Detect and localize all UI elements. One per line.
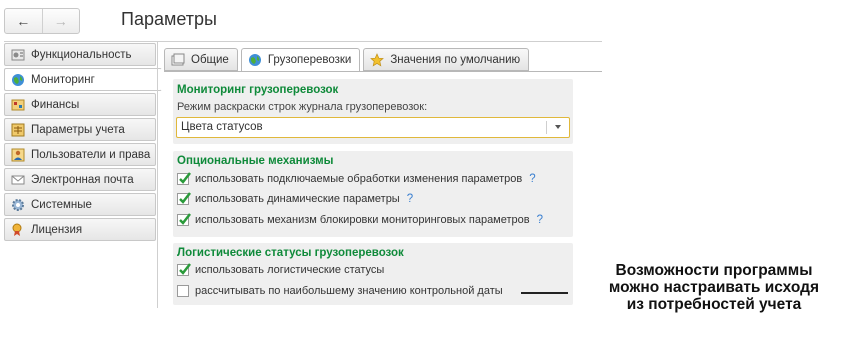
- sidebar-item-system[interactable]: Системные: [4, 193, 156, 216]
- callout-text: Возможности программы можно настраивать …: [575, 262, 853, 313]
- envelope-icon: [11, 173, 25, 187]
- checkbox-row[interactable]: использовать логистические статусы: [177, 263, 385, 276]
- help-icon[interactable]: ?: [537, 214, 543, 226]
- sidebar-item-monitoring[interactable]: Мониторинг: [4, 68, 162, 91]
- sidebar: Функциональность Мониторинг Финансы Пара…: [4, 43, 162, 243]
- sidebar-item-email[interactable]: Электронная почта: [4, 168, 156, 191]
- tab-underline: [164, 71, 602, 72]
- sidebar-item-accounting-params[interactable]: Параметры учета: [4, 118, 156, 141]
- checkbox-checked[interactable]: [177, 192, 191, 205]
- checkmark-icon: [179, 213, 191, 225]
- callout-pointer-line: [521, 292, 568, 294]
- monitoring-group: Мониторинг грузоперевозок Режим раскраск…: [173, 79, 573, 144]
- checkbox-row[interactable]: использовать механизм блокировки монитор…: [177, 213, 543, 226]
- sidebar-item-users[interactable]: Пользователи и права: [4, 143, 156, 166]
- callout-line-1: Возможности программы: [615, 262, 813, 279]
- sidebar-item-label: Финансы: [31, 98, 80, 111]
- help-icon[interactable]: ?: [529, 173, 535, 185]
- ledger-icon: [11, 123, 25, 137]
- users-icon: [11, 148, 25, 162]
- checkbox-label: использовать подключаемые обработки изме…: [195, 173, 523, 185]
- checkbox-unchecked[interactable]: [177, 285, 189, 297]
- checkbox-row[interactable]: рассчитывать по наибольшему значению кон…: [177, 285, 503, 297]
- checkbox-checked[interactable]: [177, 172, 191, 185]
- tab-label: Грузоперевозки: [267, 54, 352, 66]
- select-separator: [546, 121, 547, 134]
- general-icon: [171, 53, 185, 67]
- back-button[interactable]: ←: [5, 9, 42, 33]
- coloring-mode-select[interactable]: Цвета статусов: [176, 117, 570, 138]
- optional-group: Опциональные механизмы использовать подк…: [173, 151, 573, 237]
- forward-arrow-icon: →: [53, 13, 68, 29]
- tab-bar: Общие Грузоперевозки Значения по умолчан…: [164, 48, 532, 72]
- checkbox-checked[interactable]: [177, 213, 191, 226]
- logistic-group: Логистические статусы грузоперевозок исп…: [173, 243, 573, 305]
- window-title: Параметры: [121, 9, 217, 29]
- finance-icon: [11, 98, 25, 112]
- forward-button[interactable]: →: [41, 9, 80, 33]
- star-icon: [370, 52, 385, 67]
- license-icon: [11, 223, 25, 237]
- group-title: Опциональные механизмы: [177, 155, 334, 167]
- tab-label: Общие: [191, 53, 229, 66]
- checkmark-icon: [179, 263, 191, 275]
- checkbox-label: использовать динамические параметры: [195, 193, 400, 205]
- checkbox-label: рассчитывать по наибольшему значению кон…: [195, 285, 503, 297]
- field-label: Режим раскраски строк журнала грузоперев…: [177, 101, 428, 113]
- checkmark-icon: [179, 172, 191, 184]
- back-arrow-icon: ←: [16, 13, 31, 29]
- sidebar-item-label: Пользователи и права: [31, 148, 151, 161]
- group-title: Мониторинг грузоперевозок: [177, 84, 339, 96]
- help-icon[interactable]: ?: [407, 193, 413, 205]
- select-value: Цвета статусов: [181, 121, 263, 133]
- checkbox-label: использовать механизм блокировки монитор…: [195, 214, 530, 226]
- header-divider: [4, 41, 602, 42]
- checkmark-icon: [179, 192, 191, 204]
- checkbox-label: использовать логистические статусы: [195, 264, 385, 276]
- globe-icon: [11, 73, 25, 87]
- sidebar-item-functionality[interactable]: Функциональность: [4, 43, 156, 66]
- tab-general[interactable]: Общие: [164, 48, 238, 71]
- sidebar-item-label: Функциональность: [31, 48, 132, 61]
- sidebar-item-label: Мониторинг: [31, 73, 95, 86]
- tab-cargo[interactable]: Грузоперевозки: [240, 48, 361, 72]
- checkbox-checked[interactable]: [177, 263, 191, 276]
- gear-list-icon: [11, 48, 25, 62]
- chevron-down-icon[interactable]: [555, 125, 561, 129]
- sidebar-item-finance[interactable]: Финансы: [4, 93, 156, 116]
- sidebar-item-label: Лицензия: [31, 223, 83, 236]
- checkbox-row[interactable]: использовать подключаемые обработки изме…: [177, 172, 536, 185]
- navigation-buttons: ← →: [4, 8, 80, 34]
- checkbox-row[interactable]: использовать динамические параметры ?: [177, 192, 413, 205]
- tab-defaults[interactable]: Значения по умолчанию: [363, 48, 530, 71]
- callout-line-2: можно настраивать исходя: [608, 279, 820, 296]
- globe-icon: [248, 53, 262, 67]
- sidebar-item-label: Электронная почта: [31, 173, 134, 186]
- sidebar-divider: [157, 42, 158, 308]
- system-gear-icon: [11, 198, 25, 212]
- group-title: Логистические статусы грузоперевозок: [177, 247, 404, 259]
- sidebar-item-label: Системные: [31, 198, 92, 211]
- callout-line-3: из потребностей учета: [626, 296, 802, 313]
- tab-label: Значения по умолчанию: [390, 53, 521, 66]
- sidebar-item-label: Параметры учета: [31, 123, 125, 136]
- sidebar-item-license[interactable]: Лицензия: [4, 218, 156, 241]
